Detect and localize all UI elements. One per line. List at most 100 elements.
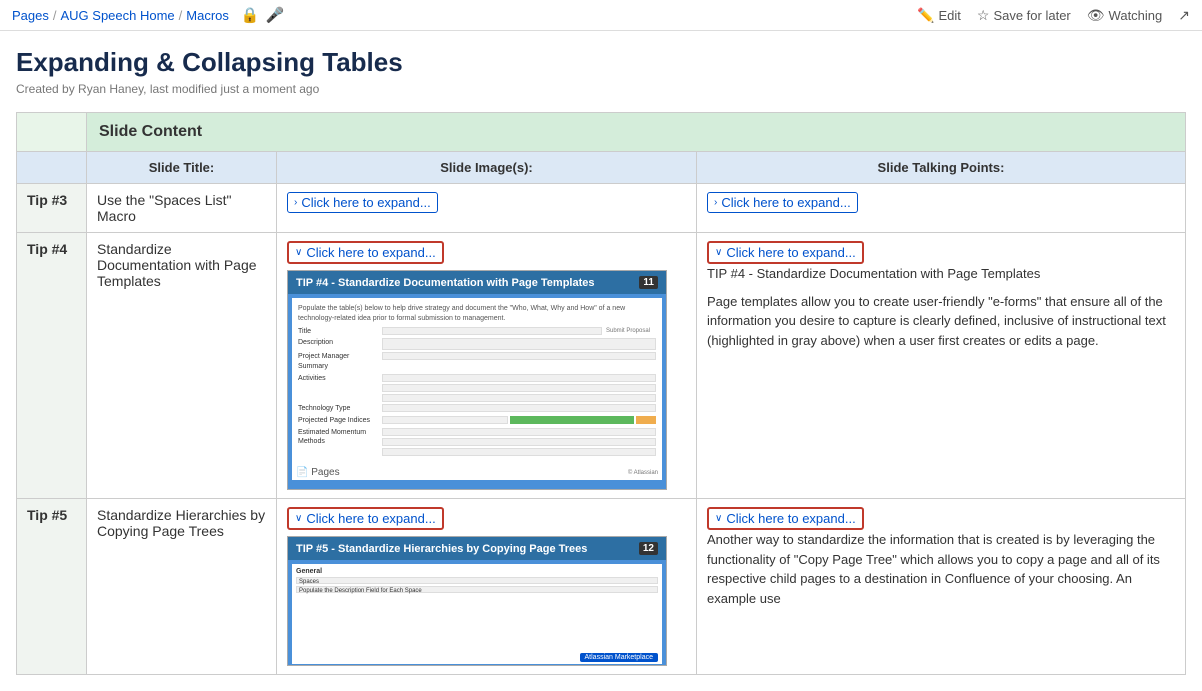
tip5-images-expand-label: Click here to expand...	[306, 511, 435, 526]
slide5-item-spaces: Spaces	[296, 577, 658, 584]
tip3-images: › Click here to expand...	[277, 184, 697, 233]
mic-icon[interactable]: 🎤	[266, 6, 285, 24]
expand-arrow-icon: ›	[714, 197, 717, 208]
nav-actions: ✏️ Edit ☆ Save for later 👁 Watching ↗	[917, 7, 1190, 24]
tip3-talking-expand[interactable]: › Click here to expand...	[707, 192, 858, 213]
col-talking: Slide Talking Points:	[697, 152, 1186, 184]
slide5-title: TIP #5 - Standardize Hierarchies by Copy…	[296, 543, 587, 555]
slide4-label-pm: Project Manager Summary	[298, 352, 378, 372]
page-header: Expanding & Collapsing Tables Created by…	[0, 31, 1202, 104]
tip5-talking: ∨ Click here to expand... Another way to…	[697, 499, 1186, 675]
tip5-images-expand[interactable]: ∨ Click here to expand...	[287, 507, 444, 530]
table-row: Tip #3 Use the "Spaces List" Macro › Cli…	[17, 184, 1186, 233]
breadcrumb: Pages / AUG Speech Home / Macros 🔒 🎤	[12, 6, 284, 24]
slide5-title-bar: TIP #5 - Standardize Hierarchies by Copy…	[288, 537, 666, 560]
slide4-field-tech	[382, 404, 656, 412]
tip4-label: Tip #4	[17, 233, 87, 499]
tip4-talking-text: TIP #4 - Standardize Documentation with …	[707, 264, 1175, 350]
expand-chevron-icon: ∨	[715, 247, 722, 258]
edit-icon: ✏️	[917, 7, 934, 24]
section-header-empty	[17, 113, 87, 152]
slide4-form-row: Title Submit Proposal	[298, 327, 656, 337]
table-row: Tip #4 Standardize Documentation with Pa…	[17, 233, 1186, 499]
atlassian-badge: Atlassian Marketplace	[580, 653, 658, 662]
slide4-label-activities: Activities	[298, 374, 378, 402]
slide4-instructions: Populate the table(s) below to help driv…	[298, 304, 656, 324]
tip4-slide-preview: TIP #4 - Standardize Documentation with …	[287, 270, 667, 490]
slide4-activity1	[382, 374, 656, 382]
star-icon: ☆	[977, 7, 990, 24]
tip3-talking-expand-label: Click here to expand...	[721, 195, 850, 210]
watching-button[interactable]: 👁 Watching	[1087, 7, 1163, 24]
expand-chevron-icon: ∨	[295, 513, 302, 524]
tip3-label: Tip #3	[17, 184, 87, 233]
slide4-label-tech: Technology Type	[298, 404, 378, 414]
content-area: Slide Content Slide Title: Slide Image(s…	[0, 104, 1202, 691]
slide4-title-bar: TIP #4 - Standardize Documentation with …	[288, 271, 666, 294]
section-header-row: Slide Content	[17, 113, 1186, 152]
tip5-talking-body: Another way to standardize the informati…	[707, 530, 1175, 608]
tip3-images-expand-label: Click here to expand...	[301, 195, 430, 210]
edit-button[interactable]: ✏️ Edit	[917, 7, 961, 24]
slide4-form-row2: Description	[298, 338, 656, 350]
expand-arrow-icon: ›	[294, 197, 297, 208]
slide4-estimated-col	[382, 428, 656, 456]
breadcrumb-macros[interactable]: Macros	[186, 8, 229, 23]
section-header-cell: Slide Content	[87, 113, 1186, 152]
slide4-activities-col	[382, 374, 656, 402]
slide4-form-row4: Activities	[298, 374, 656, 402]
breadcrumb-icons: 🔒 🎤	[241, 6, 284, 24]
tip4-talking-body: Page templates allow you to create user-…	[707, 292, 1175, 351]
main-table: Slide Content Slide Title: Slide Image(s…	[16, 112, 1186, 675]
breadcrumb-pages[interactable]: Pages	[12, 8, 49, 23]
slide5-number: 12	[639, 542, 658, 555]
tip4-talking-expand-label: Click here to expand...	[726, 245, 855, 260]
tip4-title: Standardize Documentation with Page Temp…	[87, 233, 277, 499]
slide5-cols: General Spaces Populate the Description …	[296, 568, 658, 595]
expand-chevron-icon: ∨	[295, 247, 302, 258]
col-images: Slide Image(s):	[277, 152, 697, 184]
slide4-proj-field2	[510, 416, 634, 424]
breadcrumb-sep-2: /	[179, 8, 183, 23]
slide4-form-row5: Technology Type	[298, 404, 656, 414]
breadcrumb-sep-1: /	[53, 8, 57, 23]
tip3-talking: › Click here to expand...	[697, 184, 1186, 233]
slide4-footer-text: © Atlassian	[628, 470, 658, 476]
save-for-later-label: Save for later	[993, 8, 1070, 23]
watch-icon: 👁	[1087, 7, 1105, 24]
slide4-footer: 📄 Pages © Atlassian	[296, 467, 658, 478]
slide4-pages-icon: 📄 Pages	[296, 467, 340, 478]
slide4-form-row3: Project Manager Summary	[298, 352, 656, 372]
page-meta: Created by Ryan Haney, last modified jus…	[16, 82, 1186, 96]
lock-icon[interactable]: 🔒	[241, 6, 260, 24]
save-for-later-button[interactable]: ☆ Save for later	[977, 7, 1071, 24]
tip5-slide-preview: TIP #5 - Standardize Hierarchies by Copy…	[287, 536, 667, 666]
edit-label: Edit	[938, 8, 960, 23]
share-button[interactable]: ↗	[1178, 7, 1190, 24]
slide4-title: TIP #4 - Standardize Documentation with …	[296, 277, 595, 289]
slide4-body-inner: Populate the table(s) below to help driv…	[298, 304, 656, 456]
col-tip	[17, 152, 87, 184]
tip5-talking-expand-label: Click here to expand...	[726, 511, 855, 526]
tip5-images: ∨ Click here to expand... TIP #5 - Stand…	[277, 499, 697, 675]
tip5-talking-expand[interactable]: ∨ Click here to expand...	[707, 507, 864, 530]
expand-chevron-icon: ∨	[715, 513, 722, 524]
tip4-talking-expand[interactable]: ∨ Click here to expand...	[707, 241, 864, 264]
breadcrumb-aug[interactable]: AUG Speech Home	[61, 8, 175, 23]
slide4-proj-field1	[382, 416, 508, 424]
slide4-proj-fields	[382, 416, 656, 426]
tip4-images-expand[interactable]: ∨ Click here to expand...	[287, 241, 444, 264]
slide4-label-title: Title	[298, 327, 378, 337]
slide4-label-desc: Description	[298, 338, 378, 350]
slide4-form-row7: Estimated Momentum Methods	[298, 428, 656, 456]
table-row: Tip #5 Standardize Hierarchies by Copyin…	[17, 499, 1186, 675]
page-title: Expanding & Collapsing Tables	[16, 47, 1186, 78]
slide4-field-title	[382, 327, 602, 335]
slide4-estimated2	[382, 438, 656, 446]
slide4-number: 11	[639, 276, 658, 289]
slide4-body: Populate the table(s) below to help driv…	[292, 298, 662, 480]
tip3-images-expand[interactable]: › Click here to expand...	[287, 192, 438, 213]
col-header-row: Slide Title: Slide Image(s): Slide Talki…	[17, 152, 1186, 184]
slide5-body: General Spaces Populate the Description …	[292, 564, 662, 664]
slide4-label-estimated: Estimated Momentum Methods	[298, 428, 378, 456]
